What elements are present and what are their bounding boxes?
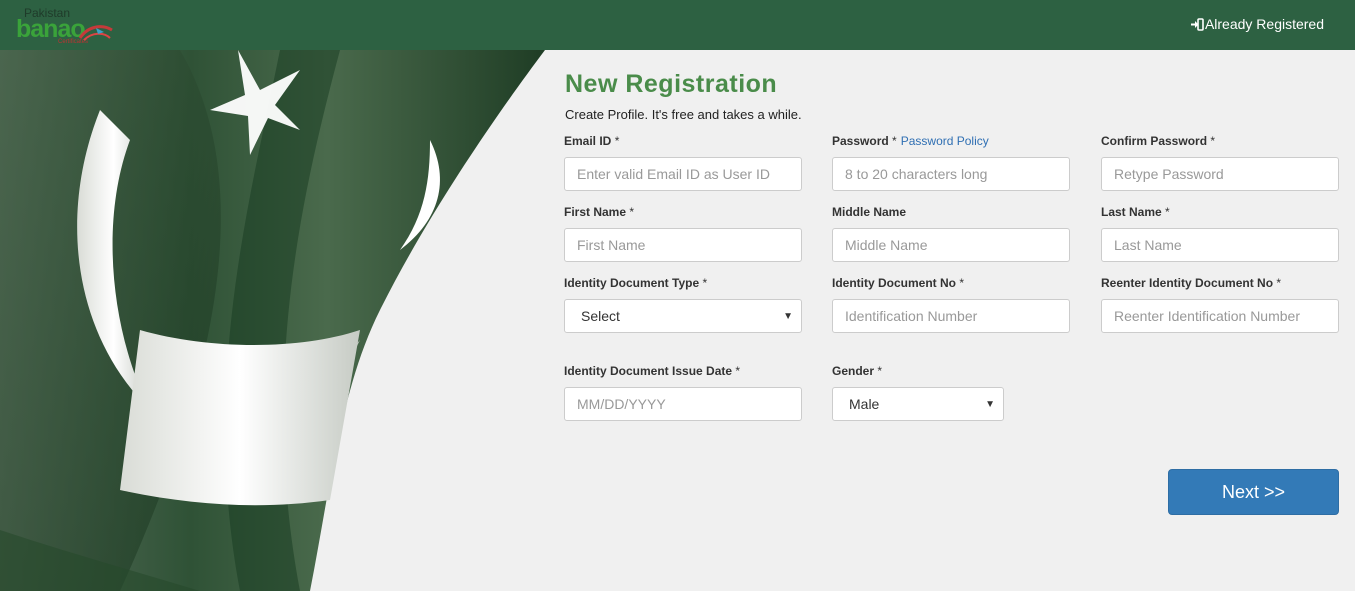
email-input[interactable] — [564, 157, 802, 191]
first-name-input[interactable] — [564, 228, 802, 262]
id-doc-no-input[interactable] — [832, 299, 1070, 333]
password-field-group: Password * Password Policy — [832, 133, 1070, 191]
id-doc-no-field-group: Identity Document No * — [832, 275, 1070, 333]
middle-name-field-group: Middle Name — [832, 204, 1070, 262]
issue-date-field-group: Identity Document Issue Date * — [564, 363, 802, 421]
middle-name-input[interactable] — [832, 228, 1070, 262]
first-name-field-group: First Name * — [564, 204, 802, 262]
caret-down-icon: ▼ — [783, 310, 793, 322]
logo-swirl-icon — [78, 25, 113, 41]
id-doc-no-reenter-input[interactable] — [1101, 299, 1339, 333]
top-navbar: Pakistan banao Certificates Already Regi… — [0, 0, 1355, 50]
caret-down-icon: ▼ — [985, 398, 995, 410]
email-label: Email ID * — [564, 134, 620, 148]
middle-name-label: Middle Name — [832, 205, 907, 219]
id-doc-type-field-group: Identity Document Type * Select ▼ — [564, 275, 802, 333]
email-field-group: Email ID * — [564, 133, 802, 191]
last-name-field-group: Last Name * — [1101, 204, 1339, 262]
id-doc-no-reenter-field-group: Reenter Identity Document No * — [1101, 275, 1339, 333]
confirm-password-label: Confirm Password * — [1101, 134, 1216, 148]
last-name-input[interactable] — [1101, 228, 1339, 262]
issue-date-input[interactable] — [564, 387, 802, 421]
page-subtitle: Create Profile. It's free and takes a wh… — [565, 107, 802, 122]
id-doc-no-label: Identity Document No * — [832, 276, 965, 290]
gender-label: Gender * — [832, 364, 883, 378]
page-title: New Registration — [565, 70, 778, 98]
already-registered-link[interactable]: Already Registered — [1190, 16, 1324, 32]
id-doc-type-select[interactable]: Select ▼ — [564, 299, 802, 333]
confirm-password-field-group: Confirm Password * — [1101, 133, 1339, 191]
sign-in-icon — [1190, 17, 1204, 31]
gender-select[interactable]: Male ▼ — [832, 387, 1004, 421]
site-logo[interactable]: Pakistan banao Certificates — [14, 6, 124, 46]
already-registered-label: Already Registered — [1204, 16, 1324, 32]
confirm-password-input[interactable] — [1101, 157, 1339, 191]
first-name-label: First Name * — [564, 205, 635, 219]
password-policy-link[interactable]: Password Policy — [901, 134, 989, 148]
password-input[interactable] — [832, 157, 1070, 191]
next-button[interactable]: Next >> — [1168, 469, 1339, 515]
issue-date-label: Identity Document Issue Date * — [564, 364, 741, 378]
id-doc-type-selected: Select — [581, 308, 620, 324]
gender-selected: Male — [849, 396, 880, 412]
registration-form: New Registration Create Profile. It's fr… — [564, 50, 1344, 591]
id-doc-type-label: Identity Document Type * — [564, 276, 708, 290]
gender-field-group: Gender * Male ▼ — [832, 363, 1004, 421]
pakistan-flag-image — [0, 50, 550, 591]
id-doc-no-reenter-label: Reenter Identity Document No * — [1101, 276, 1282, 290]
password-label: Password * Password Policy — [832, 134, 989, 148]
last-name-label: Last Name * — [1101, 205, 1170, 219]
